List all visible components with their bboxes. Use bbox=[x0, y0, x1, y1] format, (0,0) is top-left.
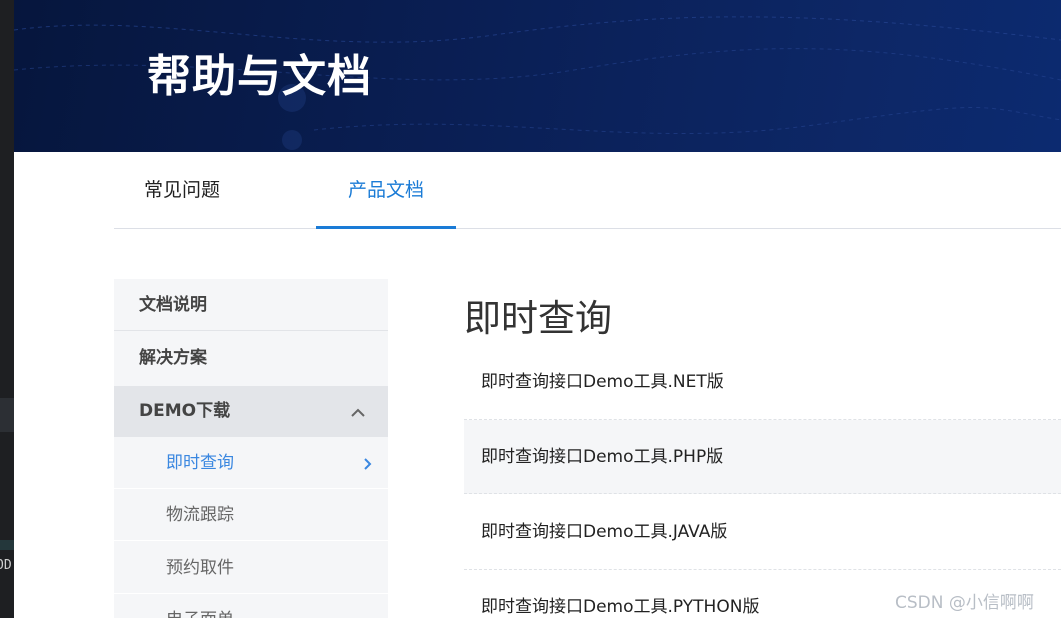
edge-band bbox=[0, 540, 14, 550]
sidebar-subitem-label: 即时查询 bbox=[166, 453, 234, 473]
tab-product-docs[interactable]: 产品文档 bbox=[316, 152, 456, 229]
doc-link-row[interactable]: 即时查询接口Demo工具.PHP版 bbox=[464, 420, 1061, 494]
sidebar-item-demo-download[interactable]: DEMO下载 bbox=[114, 386, 388, 437]
sidebar-item-solutions[interactable]: 解决方案 bbox=[114, 332, 388, 384]
background-window-edge: OD bbox=[0, 0, 14, 618]
sidebar-subitem-instant-query[interactable]: 即时查询 bbox=[114, 438, 388, 489]
sidebar-item-label: DEMO下载 bbox=[139, 401, 231, 421]
sidebar-item-doc-intro[interactable]: 文档说明 bbox=[114, 279, 388, 331]
doc-link-row[interactable]: 即时查询接口Demo工具.NET版 bbox=[464, 345, 1061, 420]
sidebar: 文档说明 解决方案 DEMO下载 即时查询 物流跟踪 预约取件 电子面单 bbox=[114, 279, 388, 618]
watermark: CSDN @小信啊啊 bbox=[895, 593, 1034, 613]
hero-banner: 帮助与文档 bbox=[14, 0, 1061, 152]
chevron-up-icon[interactable] bbox=[350, 386, 366, 437]
chevron-right-icon bbox=[364, 458, 372, 470]
sidebar-subitem-e-waybill[interactable]: 电子面单 bbox=[114, 595, 388, 618]
doc-link-row[interactable]: 即时查询接口Demo工具.JAVA版 bbox=[464, 494, 1061, 570]
tab-bar: 常见问题 产品文档 bbox=[114, 152, 1061, 229]
edge-band bbox=[0, 398, 14, 432]
edge-text: OD bbox=[0, 558, 12, 573]
page-title: 帮助与文档 bbox=[147, 51, 372, 102]
sidebar-subitem-logistics-tracking[interactable]: 物流跟踪 bbox=[114, 490, 388, 541]
content-title: 即时查询 bbox=[464, 297, 612, 340]
tab-faq[interactable]: 常见问题 bbox=[144, 152, 220, 228]
sidebar-subitem-pickup-booking[interactable]: 预约取件 bbox=[114, 543, 388, 594]
